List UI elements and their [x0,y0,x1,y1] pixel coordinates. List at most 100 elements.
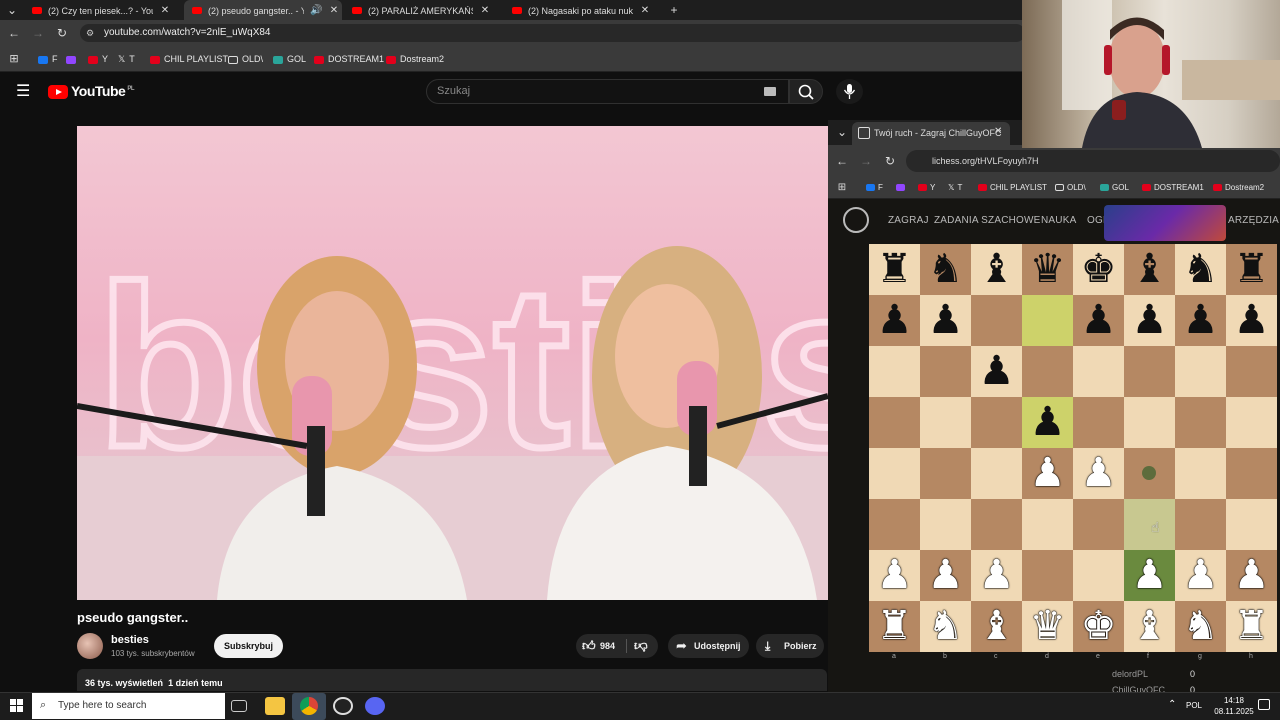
square-b4[interactable] [920,448,971,499]
tab-1[interactable]: (2) Czy ten piesek...? - YouTube ✕ [24,0,184,20]
white-queen-icon[interactable]: ♛ [1022,601,1073,652]
tray-chevron-icon[interactable]: ⌃ [1168,699,1176,710]
square-e6[interactable] [1073,346,1124,397]
square-c5[interactable] [971,397,1022,448]
site-info-icon[interactable]: ⚙ [86,28,96,38]
square-e3[interactable] [1073,499,1124,550]
bookmark-folder-old[interactable]: OLD\ [228,52,263,66]
tab-3[interactable]: (2) PARALIŻ AMERYKAŃSKIEGO ✕ [344,0,504,20]
square-f3[interactable] [1124,499,1175,550]
chess-board[interactable]: ♜ ♞ ♝ ♛ ♚ ♝ ♞ ♜ ♟ ♟ ♟ ♟ ♟ ♟ ♟ ♟ ♟ ♟ ♟ ♟ ♟ ♟ ♟ ♟ ♜ ♞ ♝ ♛ ♚ ♝ ♞ ♜ ☝ [869,244,1277,652]
black-rook-icon[interactable]: ♜ [869,244,920,295]
bookmark-gol[interactable]: GOL [1100,181,1129,195]
white-pawn-icon[interactable]: ♟ [1226,550,1277,601]
square-b3[interactable] [920,499,971,550]
square-d2[interactable] [1022,550,1073,601]
nav-zadania-szachowe[interactable]: ZADANIA SZACHOWE [934,215,1041,226]
white-king-icon[interactable]: ♚ [1073,601,1124,652]
black-pawn-icon[interactable]: ♟ [869,295,920,346]
channel-name[interactable]: besties [111,634,149,646]
black-pawn-icon[interactable]: ♟ [971,346,1022,397]
square-b6[interactable] [920,346,971,397]
black-knight-icon[interactable]: ♞ [920,244,971,295]
discord-icon[interactable] [365,697,385,715]
square-c3[interactable] [971,499,1022,550]
reload-icon[interactable]: ↻ [882,153,898,169]
hamburger-menu-icon[interactable]: ☰ [16,84,30,100]
square-a4[interactable] [869,448,920,499]
black-rook-icon[interactable]: ♜ [1226,244,1277,295]
square-g3[interactable] [1175,499,1226,550]
white-knight-icon[interactable]: ♞ [920,601,971,652]
apps-grid-icon[interactable]: ⊞ [6,51,22,67]
white-bishop-icon[interactable]: ♝ [1124,601,1175,652]
bookmark-dostream2[interactable]: Dostream2 [386,52,444,66]
bookmark-t[interactable]: 𝕏T [948,181,962,195]
chrome-icon[interactable] [300,697,318,715]
black-pawn-icon[interactable]: ♟ [1226,295,1277,346]
black-pawn-icon[interactable]: ♟ [1175,295,1226,346]
bookmark-dostream1[interactable]: DOSTREAM1 [1142,181,1204,195]
bookmark-t[interactable]: 𝕏T [118,52,135,66]
bookmark-twitch[interactable] [66,52,80,66]
lichess-tab[interactable]: Twój ruch - Zagraj ChillGuyOFC [852,122,1010,145]
like-count[interactable]: 984 [600,634,615,658]
promo-banner[interactable] [1104,205,1226,241]
share-button[interactable]: ➦ Udostępnij [668,634,749,658]
dislike-icon[interactable]: 👍︎ [634,634,648,658]
black-pawn-icon[interactable]: ♟ [920,295,971,346]
task-view-icon[interactable] [231,700,247,712]
bookmark-y[interactable]: Y [918,181,935,195]
video-description-box[interactable]: 36 tys. wyświetleń 1 dzień temu [77,669,827,691]
black-knight-icon[interactable]: ♞ [1175,244,1226,295]
subscribe-button[interactable]: Subskrybuj [214,634,283,658]
new-tab-button[interactable]: + [666,0,682,20]
obs-icon[interactable] [333,697,353,715]
black-pawn-icon[interactable]: ♟ [1073,295,1124,346]
reload-icon[interactable]: ↻ [54,25,70,41]
back-icon[interactable]: ← [6,25,22,41]
tab-list-chevron-icon[interactable]: ⌄ [4,2,20,18]
close-tab-icon[interactable]: ✕ [994,126,1002,137]
square-e2[interactable] [1073,550,1124,601]
forward-icon[interactable]: → [858,153,874,169]
bookmark-twitch[interactable] [896,181,908,195]
white-bishop-icon[interactable]: ♝ [971,601,1022,652]
square-h3[interactable] [1226,499,1277,550]
bookmark-f[interactable]: F [38,52,58,66]
square-e5[interactable] [1073,397,1124,448]
bookmark-gol[interactable]: GOL [273,52,306,66]
white-pawn-icon[interactable]: ♟ [971,550,1022,601]
nav-zagraj[interactable]: ZAGRAJ [888,215,929,226]
taskbar-search-input[interactable]: Type here to search [32,693,225,719]
square-h4[interactable] [1226,448,1277,499]
black-queen-icon[interactable]: ♛ [1022,244,1073,295]
white-pawn-icon[interactable]: ♟ [1022,448,1073,499]
bookmark-chil-playlist[interactable]: CHIL PLAYLIST [150,52,228,66]
bookmark-chil-playlist[interactable]: CHIL PLAYLIST [978,181,1047,195]
bookmark-dostream1[interactable]: DOSTREAM1 [314,52,384,66]
white-knight-icon[interactable]: ♞ [1175,601,1226,652]
black-pawn-icon[interactable]: ♟ [1022,397,1073,448]
download-button[interactable]: ⤓ Pobierz [756,634,824,658]
like-icon[interactable]: 👍︎ [582,634,596,658]
windows-start-icon[interactable] [10,699,23,712]
video-player[interactable]: besties [77,126,828,600]
square-b5[interactable] [920,397,971,448]
move-hint-dot[interactable] [1142,466,1156,480]
clock[interactable]: 14:18 08.11.2025 [1210,695,1258,717]
bookmark-y[interactable]: Y [88,52,108,66]
square-d7[interactable] [1022,295,1073,346]
tab-list-chevron-icon[interactable]: ⌄ [834,124,850,140]
close-tab-icon[interactable]: ✕ [479,1,491,20]
forward-icon[interactable]: → [30,25,46,41]
close-tab-icon[interactable]: ✕ [639,1,651,20]
white-rook-icon[interactable]: ♜ [1226,601,1277,652]
url-field[interactable]: youtube.com/watch?v=2nlE_uWqX84 [80,24,1025,42]
bookmark-folder-old[interactable]: OLD\ [1055,181,1086,195]
white-pawn-icon[interactable]: ♟ [1175,550,1226,601]
search-button[interactable] [789,79,823,104]
back-icon[interactable]: ← [834,153,850,169]
square-d6[interactable] [1022,346,1073,397]
player-name[interactable]: delordPL [1112,669,1148,679]
